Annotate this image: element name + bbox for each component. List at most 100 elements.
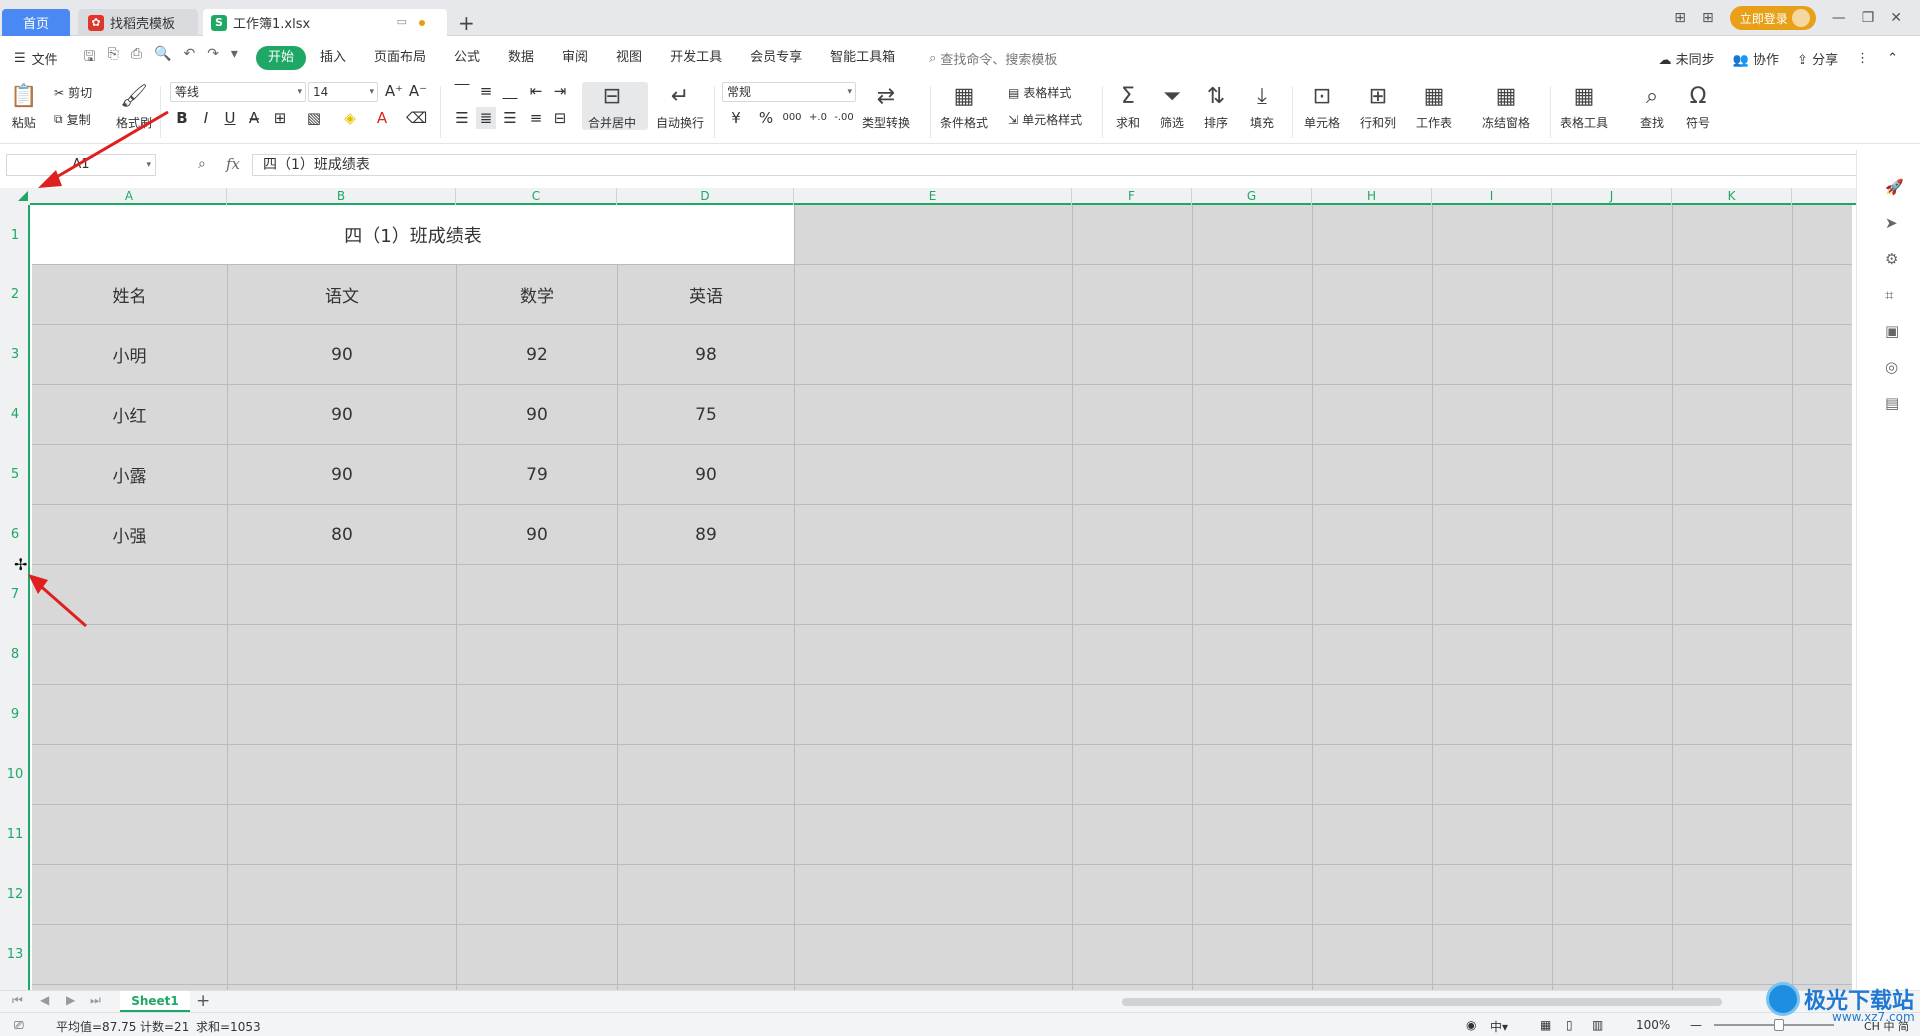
crop-icon[interactable]: ⌗ — [1885, 286, 1893, 304]
cell-fill-pattern-icon[interactable]: ▧ — [304, 107, 324, 129]
col-header-h[interactable]: H — [1312, 188, 1432, 205]
row-header[interactable]: 2 — [0, 287, 30, 302]
bold-icon[interactable]: B — [172, 107, 192, 129]
table-cell[interactable]: 90 — [457, 505, 618, 565]
menu-developer[interactable]: 开发工具 — [656, 46, 736, 70]
underline-icon[interactable]: U — [220, 107, 240, 129]
zoom-out-icon[interactable]: — — [1690, 1018, 1702, 1032]
select-all-corner[interactable] — [0, 188, 30, 205]
fx-label[interactable]: fx — [226, 155, 240, 173]
clear-format-icon[interactable]: ⌫ — [406, 107, 427, 129]
col-header-k[interactable]: K — [1672, 188, 1792, 205]
row-header[interactable]: 9 — [0, 707, 30, 722]
redo-icon[interactable]: ↷ — [207, 46, 219, 70]
currency-icon[interactable]: ¥ — [726, 107, 746, 129]
merge-center-button[interactable]: ⊟ 合并居中 — [588, 82, 636, 131]
header-cell-chinese[interactable]: 语文 — [228, 265, 457, 325]
justify-icon[interactable]: ≡ — [526, 107, 546, 129]
export-icon[interactable]: ⎘ — [108, 46, 119, 70]
row-header[interactable]: 4 — [0, 407, 30, 422]
table-cell[interactable]: 79 — [457, 445, 618, 505]
col-header-f[interactable]: F — [1072, 188, 1192, 205]
menu-data[interactable]: 数据 — [494, 46, 548, 70]
row-header[interactable]: 12 — [0, 887, 30, 902]
collapse-ribbon-icon[interactable]: ⌃ — [1887, 51, 1898, 66]
table-cell[interactable]: 小明 — [32, 325, 228, 385]
distributed-align-icon[interactable]: ⊟ — [550, 107, 570, 129]
align-left-icon[interactable]: ☰ — [452, 107, 472, 129]
worksheet-button[interactable]: ▦ 工作表 — [1416, 82, 1452, 131]
table-cell[interactable]: 75 — [618, 385, 795, 445]
col-header-i[interactable]: I — [1432, 188, 1552, 205]
cell-grid[interactable]: 四（1）班成绩表 姓名 语文 数学 英语 小明 90 92 98 小红 90 9… — [32, 205, 1852, 990]
col-header-g[interactable]: G — [1192, 188, 1312, 205]
location-icon[interactable]: ◎ — [1885, 358, 1898, 376]
copy-button[interactable]: ⧉ 复制 — [54, 111, 91, 128]
decrease-decimal-icon[interactable]: -.00 — [834, 107, 854, 129]
percent-icon[interactable]: % — [756, 107, 776, 129]
decrease-indent-icon[interactable]: ⇤ — [526, 80, 546, 102]
cut-button[interactable]: ✂ 剪切 — [54, 84, 92, 101]
table-title-cell[interactable]: 四（1）班成绩表 — [32, 205, 795, 265]
filter-button[interactable]: ⏷ 筛选 — [1160, 82, 1184, 131]
decrease-font-icon[interactable]: A⁻ — [408, 80, 428, 102]
table-cell[interactable]: 89 — [618, 505, 795, 565]
freeze-panes-button[interactable]: ▦ 冻结窗格 — [1482, 82, 1530, 131]
rocket-icon[interactable]: 🚀 — [1885, 178, 1904, 196]
sync-button[interactable]: ☁ 未同步 — [1659, 49, 1715, 68]
table-cell[interactable]: 90 — [228, 385, 457, 445]
customize-qa-icon[interactable]: ▾ — [231, 46, 238, 70]
menu-page-layout[interactable]: 页面布局 — [360, 46, 440, 70]
row-header[interactable]: 13 — [0, 947, 30, 962]
format-painter-button[interactable]: 🖌 格式刷 — [116, 82, 152, 131]
row-header[interactable]: 10 — [0, 767, 30, 782]
type-convert-button[interactable]: ⇄ 类型转换 — [862, 82, 910, 131]
col-header-a[interactable]: A — [32, 188, 227, 205]
row-header[interactable]: 1 — [0, 228, 30, 243]
file-menu[interactable]: ☰ 文件 — [14, 49, 58, 68]
align-middle-icon[interactable]: ≡ — [476, 80, 496, 102]
fill-color-icon[interactable]: ◈ — [340, 107, 360, 129]
book-icon[interactable]: ▤ — [1885, 394, 1899, 412]
row-col-button[interactable]: ⊞ 行和列 — [1360, 82, 1396, 131]
col-header-b[interactable]: B — [227, 188, 456, 205]
row-header[interactable]: 6 — [0, 527, 30, 542]
wrap-text-button[interactable]: ↵ 自动换行 — [656, 82, 704, 131]
table-style-button[interactable]: ▤ 表格样式 — [1008, 84, 1071, 101]
page-break-view-icon[interactable]: ▥ — [1592, 1018, 1603, 1032]
col-header-d[interactable]: D — [617, 188, 794, 205]
menu-formulas[interactable]: 公式 — [440, 46, 494, 70]
menu-review[interactable]: 审阅 — [548, 46, 602, 70]
login-button[interactable]: 立即登录 — [1729, 6, 1816, 30]
align-center-icon[interactable]: ≣ — [476, 107, 496, 129]
input-language-icon[interactable]: 中▾ — [1490, 1018, 1508, 1035]
number-format-select[interactable]: 常规 ▾ — [722, 82, 856, 102]
col-header-j[interactable]: J — [1552, 188, 1672, 205]
header-cell-english[interactable]: 英语 — [618, 265, 795, 325]
prev-sheet-icon[interactable]: ◀ — [40, 993, 49, 1007]
table-cell[interactable]: 98 — [618, 325, 795, 385]
strikethrough-icon[interactable]: A̶ — [244, 107, 264, 129]
row-header[interactable]: 3 — [0, 347, 30, 362]
macro-icon[interactable]: ⎚ — [14, 1018, 24, 1033]
header-cell-math[interactable]: 数学 — [457, 265, 618, 325]
save-icon[interactable]: 🖫 — [84, 46, 96, 70]
new-tab-button[interactable]: + — [458, 11, 475, 35]
paste-button[interactable]: 📋 粘贴 — [10, 82, 37, 131]
menu-smart-tools[interactable]: 智能工具箱 — [816, 46, 909, 70]
col-header-e[interactable]: E — [794, 188, 1072, 205]
sort-button[interactable]: ⇅ 排序 — [1204, 82, 1228, 131]
sliders-icon[interactable]: ⚙ — [1885, 250, 1898, 268]
find-button[interactable]: ⌕ 查找 — [1640, 82, 1664, 131]
table-cell[interactable]: 80 — [228, 505, 457, 565]
table-tools-button[interactable]: ▦ 表格工具 — [1560, 82, 1608, 131]
align-top-icon[interactable]: ⎺ — [452, 80, 472, 102]
table-cell[interactable]: 小红 — [32, 385, 228, 445]
row-header[interactable]: 7 — [0, 587, 30, 602]
collab-button[interactable]: 👥 协作 — [1733, 49, 1779, 68]
normal-view-icon[interactable]: ▦ — [1540, 1018, 1551, 1032]
add-sheet-button[interactable]: + — [196, 991, 210, 1011]
row-header[interactable]: 8 — [0, 647, 30, 662]
menu-insert[interactable]: 插入 — [306, 46, 360, 70]
tab-home[interactable]: 首页 — [2, 9, 70, 36]
